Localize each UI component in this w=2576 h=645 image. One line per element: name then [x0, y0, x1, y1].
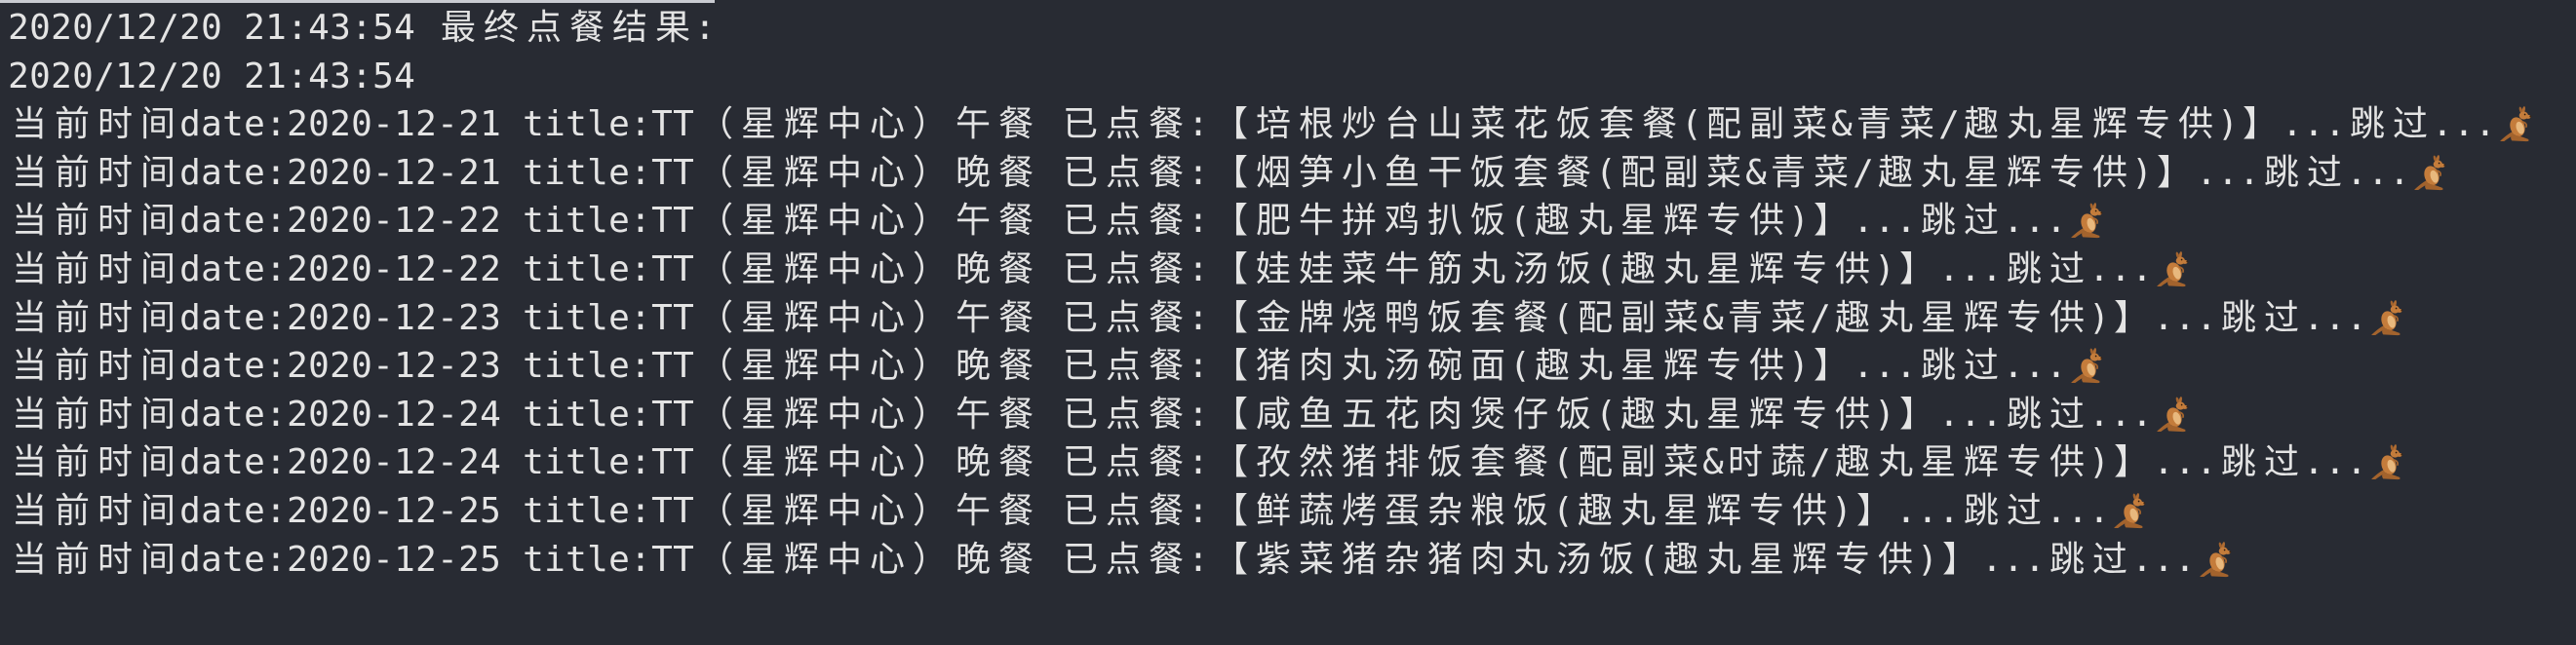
- order-log-line: 当前时间 date:2020-12-25 title:TT （星辉中心）午餐 已点餐…: [8, 487, 2576, 536]
- kangaroo-icon-graphic: [2156, 396, 2193, 433]
- terminal-output[interactable]: 2020/12/20 21:43:54 最终点餐结果: 2020/12/20 2…: [0, 0, 2576, 645]
- line-text: 2020/12/20 21:43:54 最终点餐结果:: [8, 8, 716, 48]
- kangaroo-icon-graphic: [2370, 443, 2407, 480]
- timestamp-line: 2020/12/20 21:43:54: [8, 53, 2576, 101]
- line-text: 当前时间 date:2020-12-21 title:TT （星辉中心）晚餐 已点餐…: [11, 152, 2410, 193]
- order-log-line: 当前时间 date:2020-12-22 title:TT （星辉中心）晚餐 已点餐…: [8, 246, 2576, 294]
- summary-header-line: 2020/12/20 21:43:54 最终点餐结果:: [8, 4, 2576, 53]
- line-text: 当前时间 date:2020-12-25 title:TT （星辉中心）晚餐 已点餐…: [11, 539, 2196, 580]
- kangaroo-icon: [2367, 294, 2410, 343]
- kangaroo-icon: [2153, 391, 2196, 439]
- order-log-line: 当前时间 date:2020-12-21 title:TT （星辉中心）午餐 已点餐…: [8, 100, 2576, 149]
- kangaroo-icon-graphic: [2070, 202, 2107, 239]
- line-text: 当前时间 date:2020-12-23 title:TT （星辉中心）晚餐 已点餐…: [11, 346, 2067, 387]
- kangaroo-icon: [2110, 487, 2153, 536]
- kangaroo-icon: [2367, 438, 2410, 487]
- top-rule: [0, 0, 715, 3]
- line-text: 当前时间 date:2020-12-25 title:TT （星辉中心）午餐 已点餐…: [11, 490, 2110, 531]
- line-text: 当前时间 date:2020-12-24 title:TT （星辉中心）晚餐 已点餐…: [11, 442, 2367, 483]
- kangaroo-icon: [2496, 100, 2539, 149]
- kangaroo-icon-graphic: [2113, 492, 2150, 529]
- kangaroo-icon-graphic: [2199, 541, 2236, 578]
- line-text: 当前时间 date:2020-12-22 title:TT （星辉中心）晚餐 已点餐…: [11, 248, 2153, 289]
- order-log-line: 当前时间 date:2020-12-21 title:TT （星辉中心）晚餐 已点餐…: [8, 149, 2576, 198]
- order-log-line: 当前时间 date:2020-12-23 title:TT （星辉中心）午餐 已点餐…: [8, 294, 2576, 343]
- kangaroo-icon: [2067, 342, 2110, 391]
- order-log-line: 当前时间 date:2020-12-22 title:TT （星辉中心）午餐 已点餐…: [8, 197, 2576, 246]
- kangaroo-icon: [2067, 197, 2110, 246]
- kangaroo-icon-graphic: [2156, 250, 2193, 287]
- line-text: 当前时间 date:2020-12-24 title:TT （星辉中心）午餐 已点餐…: [11, 394, 2153, 435]
- order-log-line: 当前时间 date:2020-12-25 title:TT （星辉中心）晚餐 已点餐…: [8, 536, 2576, 585]
- order-log-line: 当前时间 date:2020-12-24 title:TT （星辉中心）晚餐 已点餐…: [8, 438, 2576, 487]
- kangaroo-icon-graphic: [2070, 347, 2107, 384]
- kangaroo-icon-graphic: [2499, 105, 2536, 142]
- kangaroo-icon: [2153, 246, 2196, 294]
- kangaroo-icon: [2196, 536, 2239, 585]
- order-log-line: 当前时间 date:2020-12-23 title:TT （星辉中心）晚餐 已点餐…: [8, 342, 2576, 391]
- line-text: 2020/12/20 21:43:54: [8, 56, 415, 96]
- line-text: 当前时间 date:2020-12-21 title:TT （星辉中心）午餐 已点餐…: [11, 104, 2496, 145]
- kangaroo-icon: [2410, 149, 2453, 198]
- order-log-line: 当前时间 date:2020-12-24 title:TT （星辉中心）午餐 已点餐…: [8, 391, 2576, 439]
- line-text: 当前时间 date:2020-12-23 title:TT （星辉中心）午餐 已点餐…: [11, 297, 2367, 338]
- kangaroo-icon-graphic: [2370, 299, 2407, 336]
- line-text: 当前时间 date:2020-12-22 title:TT （星辉中心）午餐 已点餐…: [11, 201, 2067, 242]
- kangaroo-icon-graphic: [2413, 154, 2450, 191]
